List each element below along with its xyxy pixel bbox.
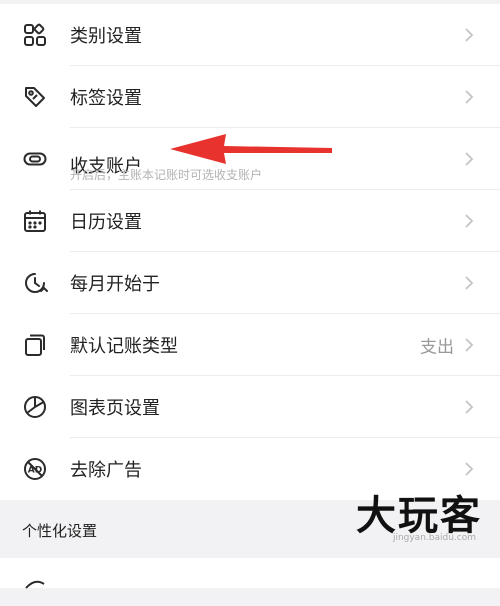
watermark: 大玩客 jingyan.baidu.com bbox=[356, 493, 482, 544]
pie-chart-icon bbox=[22, 394, 48, 420]
tag-icon bbox=[22, 84, 48, 110]
chevron-right-icon bbox=[464, 337, 474, 353]
settings-item-remove-ads[interactable]: AD 去除广告 bbox=[0, 438, 500, 500]
settings-item-value: 支出 bbox=[420, 337, 454, 358]
settings-item-label: 类别设置 bbox=[70, 26, 142, 47]
chevron-right-icon bbox=[464, 461, 474, 477]
settings-item-label: 日历设置 bbox=[70, 212, 142, 233]
settings-item-label: 去除广告 bbox=[70, 460, 142, 481]
settings-item-category[interactable]: 类别设置 bbox=[0, 4, 500, 66]
settings-item-tag[interactable]: 标签设置 bbox=[0, 66, 500, 128]
chevron-right-icon bbox=[464, 151, 474, 167]
ad-icon: AD bbox=[22, 456, 48, 482]
annotation-arrow bbox=[170, 134, 332, 164]
chevron-right-icon bbox=[464, 89, 474, 105]
settings-item-month-start[interactable]: 每月开始于 bbox=[0, 252, 500, 314]
link-icon bbox=[22, 146, 48, 172]
copy-icon bbox=[22, 332, 48, 358]
settings-list: 类别设置 标签设置 收支账户 开启后，主账本记账时可选收支账户 日历设置 每月开… bbox=[0, 4, 500, 500]
section-title: 个性化设置 bbox=[22, 522, 98, 540]
clock-icon bbox=[22, 270, 48, 296]
partial-icon bbox=[22, 576, 48, 602]
settings-item-label: 标签设置 bbox=[70, 88, 142, 109]
chevron-right-icon bbox=[464, 399, 474, 415]
chevron-right-icon bbox=[464, 275, 474, 291]
settings-item-chart-page[interactable]: 图表页设置 bbox=[0, 376, 500, 438]
chevron-right-icon bbox=[464, 27, 474, 43]
chevron-right-icon bbox=[464, 213, 474, 229]
settings-item-default-type[interactable]: 默认记账类型 支出 bbox=[0, 314, 500, 376]
settings-item-label: 默认记账类型 bbox=[70, 336, 178, 357]
calendar-icon bbox=[22, 208, 48, 234]
settings-item-label: 每月开始于 bbox=[70, 274, 160, 295]
settings-item-calendar[interactable]: 日历设置 bbox=[0, 190, 500, 252]
settings-item-label: 图表页设置 bbox=[70, 398, 160, 419]
category-grid-icon bbox=[22, 22, 48, 48]
settings-item-partial[interactable] bbox=[0, 558, 500, 589]
